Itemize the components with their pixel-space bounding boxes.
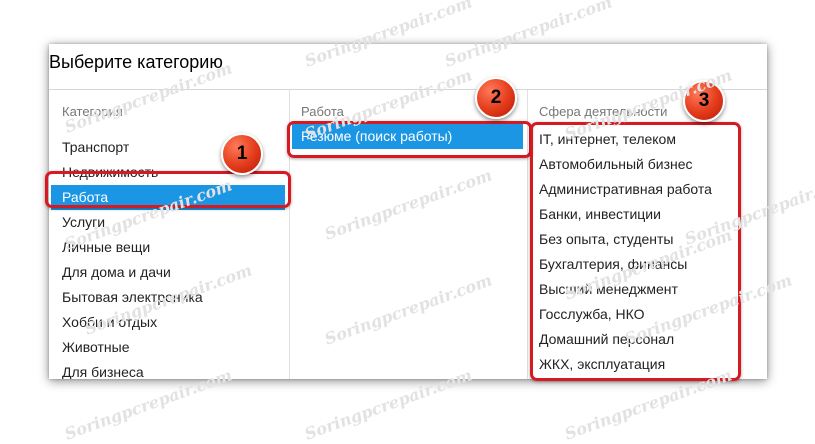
field-item-domestic[interactable]: Домашний персонал	[528, 327, 767, 352]
field-item-auto[interactable]: Автомобильный бизнес	[528, 152, 767, 177]
category-dialog: Выберите категорию Категория Транспорт Н…	[49, 44, 767, 379]
step-badge-1: 1	[221, 133, 263, 175]
field-item-admin[interactable]: Административная работа	[528, 177, 767, 202]
work-column: Работа Резюме (поиск работы)	[290, 90, 528, 379]
category-column-header: Категория	[62, 104, 123, 119]
step-badge-3: 3	[683, 80, 725, 122]
field-item-housing[interactable]: ЖКХ, эксплуатация	[528, 352, 767, 377]
field-item-students[interactable]: Без опыта, студенты	[528, 227, 767, 252]
field-column-header: Сфера деятельности	[539, 104, 668, 119]
field-item-management[interactable]: Высший менеджмент	[528, 277, 767, 302]
category-item-hobby[interactable]: Хобби и отдых	[49, 310, 289, 335]
category-item-personal[interactable]: Личные вещи	[49, 235, 289, 260]
work-list: Резюме (поиск работы)	[290, 124, 527, 149]
work-column-header: Работа	[301, 104, 344, 119]
category-item-animals[interactable]: Животные	[49, 335, 289, 360]
category-item-services[interactable]: Услуги	[49, 210, 289, 235]
field-column: Сфера деятельности IT, интернет, телеком…	[528, 90, 767, 379]
field-item-banks[interactable]: Банки, инвестиции	[528, 202, 767, 227]
category-item-home[interactable]: Для дома и дачи	[49, 260, 289, 285]
work-item-resume[interactable]: Резюме (поиск работы)	[292, 124, 523, 149]
field-item-it[interactable]: IT, интернет, телеком	[528, 127, 767, 152]
field-item-accounting[interactable]: Бухгалтерия, финансы	[528, 252, 767, 277]
field-item-gov[interactable]: Госслужба, НКО	[528, 302, 767, 327]
dialog-title: Выберите категорию	[49, 52, 223, 72]
category-column: Категория Транспорт Недвижимость Работа …	[49, 90, 290, 379]
category-item-electronics[interactable]: Бытовая электроника	[49, 285, 289, 310]
step-badge-2: 2	[475, 77, 517, 119]
category-item-work[interactable]: Работа	[51, 185, 285, 210]
field-list: IT, интернет, телеком Автомобильный бизн…	[528, 127, 767, 377]
category-item-business[interactable]: Для бизнеса	[49, 360, 289, 379]
